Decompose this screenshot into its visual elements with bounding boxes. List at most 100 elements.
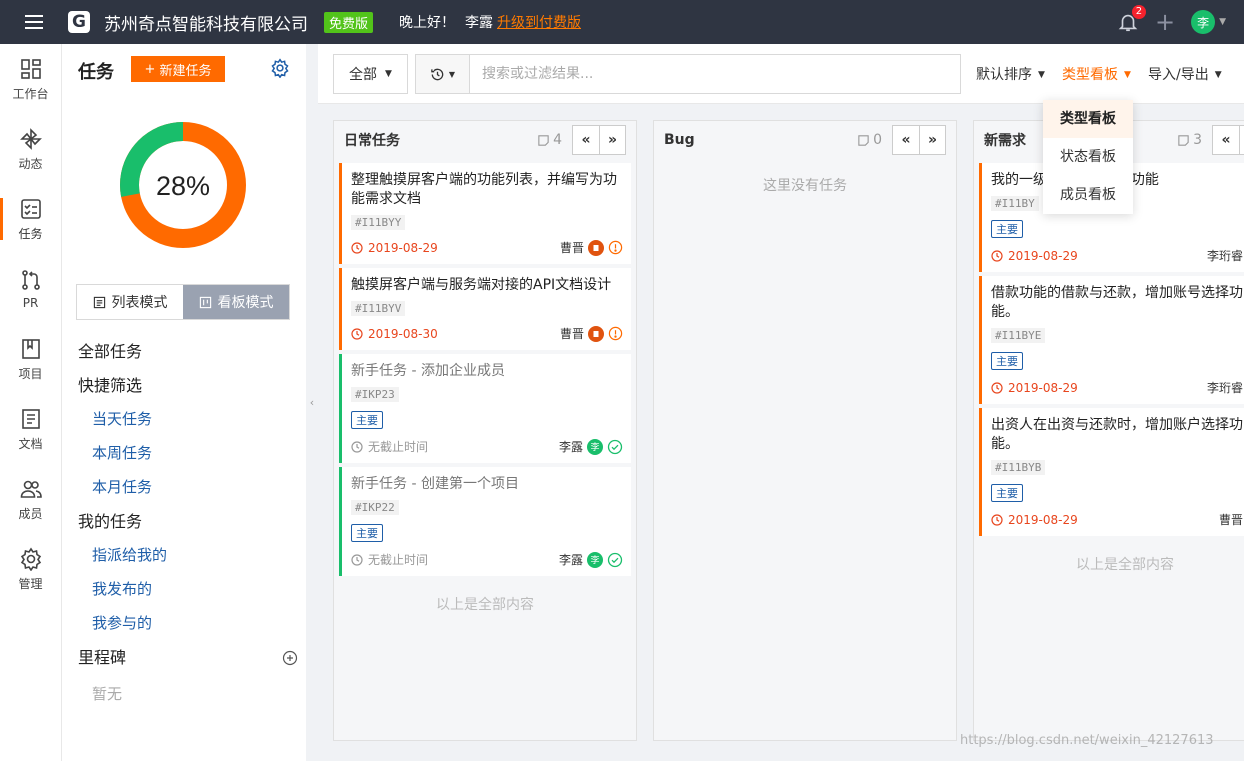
column-count-value: 4: [553, 132, 562, 148]
nav-item-admin[interactable]: 管理: [0, 534, 61, 604]
task-title: 借款功能的借款与还款，增加账号选择功能。: [991, 285, 1243, 320]
nav-label: 成员: [18, 506, 43, 521]
task-filter-menu: 全部任务 快捷筛选 当天任务 本周任务 本月任务 我的任务 指派给我的 我发布的…: [78, 334, 298, 714]
board-mode-button[interactable]: 看板模式: [183, 285, 289, 319]
panel-settings-gear-icon[interactable]: [270, 58, 290, 82]
sort-dropdown[interactable]: 默认排序 ▼: [976, 64, 1045, 84]
clock-icon: [351, 327, 363, 340]
menu-all-tasks[interactable]: 全部任务: [78, 334, 298, 368]
move-right-double-chevron-icon[interactable]: »: [1239, 126, 1244, 154]
task-card[interactable]: 新手任务 - 创建第一个项目 #IKP22 主要 无截止时间 李露 李: [339, 467, 631, 576]
menu-assigned-to-me[interactable]: 指派给我的: [78, 538, 298, 572]
completed-check-circle-icon[interactable]: [607, 552, 623, 568]
dropdown-item-type-board[interactable]: 类型看板: [1043, 100, 1133, 138]
assignee-avatar: 李: [587, 551, 603, 568]
notification-bell-icon[interactable]: 2: [1117, 5, 1146, 33]
dropdown-item-member-board[interactable]: 成员看板: [1043, 176, 1133, 214]
list-mode-button[interactable]: 列表模式: [77, 285, 183, 319]
move-left-double-chevron-icon[interactable]: «: [1213, 126, 1239, 154]
task-id: #I11BYV: [351, 301, 406, 316]
completed-check-circle-icon[interactable]: [607, 439, 623, 455]
clock-icon: [351, 440, 363, 453]
task-card[interactable]: 出资人在出资与还款时，增加账户选择功能。 #I11BYB 主要 2019-08-…: [979, 408, 1244, 536]
nav-item-pr[interactable]: PR: [0, 254, 61, 324]
members-icon: [20, 480, 42, 498]
due-date-value: 2019-08-30: [368, 326, 438, 341]
assignee: 曹晋: [560, 325, 623, 342]
nav-item-projects[interactable]: 项目: [0, 324, 61, 394]
new-task-button[interactable]: + 新建任务: [131, 56, 225, 82]
priority-tag: 主要: [991, 220, 1023, 238]
document-icon: [21, 408, 40, 429]
assignee: 李露 李: [559, 438, 623, 455]
caret-down-icon[interactable]: ▼: [1219, 17, 1226, 27]
assignee-avatar: [588, 239, 604, 256]
task-card[interactable]: 新手任务 - 添加企业成员 #IKP23 主要 无截止时间 李露 李: [339, 354, 631, 463]
user-avatar[interactable]: 李: [1191, 10, 1216, 34]
greeting-text: 晚上好！: [399, 15, 456, 31]
caret-down-icon: ▼: [1214, 70, 1222, 80]
board-icon: [199, 296, 211, 308]
sort-label: 默认排序: [976, 67, 1032, 83]
collapse-panel-chevron-left-icon[interactable]: ‹: [306, 44, 318, 761]
add-plus-icon[interactable]: +: [1155, 10, 1175, 34]
hamburger-menu-icon[interactable]: [0, 0, 68, 44]
gear-icon: [20, 547, 41, 571]
due-date: 2019-08-30: [351, 327, 560, 341]
nav-item-activity[interactable]: 动态: [0, 114, 61, 184]
history-dropdown[interactable]: ▼: [416, 55, 470, 93]
book-icon: [21, 338, 40, 359]
assignee: 李珩睿 李: [1207, 379, 1244, 396]
upgrade-link[interactable]: 升级到付费版: [497, 12, 581, 32]
nav-label: 工作台: [12, 86, 49, 101]
scope-select[interactable]: 全部 ▼: [333, 54, 408, 94]
menu-today-tasks[interactable]: 当天任务: [78, 402, 298, 436]
task-footer: 2019-08-29 曹晋: [351, 239, 623, 256]
column-title: Bug: [664, 132, 695, 148]
panel-title: 任务: [78, 62, 114, 83]
caret-down-icon: ▼: [1124, 70, 1131, 80]
move-left-double-chevron-icon[interactable]: «: [893, 126, 919, 154]
search-input[interactable]: [470, 56, 960, 92]
move-right-double-chevron-icon[interactable]: »: [919, 126, 945, 154]
board-type-dropdown[interactable]: 类型看板 ▼: [1062, 64, 1131, 84]
due-date-value: 2019-08-29: [1008, 512, 1078, 527]
menu-week-tasks[interactable]: 本周任务: [78, 436, 298, 470]
task-card[interactable]: 触摸屏客户端与服务端对接的API文档设计 #I11BYV 2019-08-30 …: [339, 268, 631, 350]
menu-quick-filter-heading: 快捷筛选: [78, 376, 143, 395]
move-right-double-chevron-icon[interactable]: »: [599, 126, 625, 154]
nav-item-docs[interactable]: 文档: [0, 394, 61, 464]
task-footer: 2019-08-29 曹晋: [991, 511, 1244, 528]
menu-month-tasks[interactable]: 本月任务: [78, 470, 298, 504]
nav-label: 文档: [18, 436, 43, 451]
move-left-double-chevron-icon[interactable]: «: [573, 126, 599, 154]
progress-percent-text: 28%: [156, 171, 210, 201]
menu-participated[interactable]: 我参与的: [78, 606, 298, 640]
nav-label: 管理: [18, 576, 43, 591]
nav-item-workbench[interactable]: 工作台: [0, 44, 61, 114]
assignee: 曹晋: [1219, 511, 1244, 528]
column-nav: « »: [892, 125, 946, 155]
priority-tag: 主要: [991, 352, 1023, 370]
nav-item-members[interactable]: 成员: [0, 464, 61, 534]
nav-item-tasks[interactable]: 任务: [0, 184, 61, 254]
gitee-logo-icon[interactable]: G: [68, 11, 90, 33]
clock-icon: [351, 553, 363, 566]
due-date-value: 2019-08-29: [1008, 248, 1078, 263]
priority-tag: 主要: [351, 524, 383, 542]
task-card[interactable]: 整理触摸屏客户端的功能列表，并编写为功能需求文档 #I11BYY 2019-08…: [339, 163, 631, 264]
import-export-dropdown[interactable]: 导入/导出 ▼: [1148, 64, 1222, 84]
task-card[interactable]: 借款功能的借款与还款，增加账号选择功能。 #I11BYE 主要 2019-08-…: [979, 276, 1244, 404]
task-id: #I11BY: [991, 196, 1039, 211]
search-box: ▼: [415, 54, 961, 94]
list-doc-icon: [93, 296, 105, 308]
menu-created-by-me[interactable]: 我发布的: [78, 572, 298, 606]
dropdown-item-status-board[interactable]: 状态看板: [1043, 138, 1133, 176]
add-milestone-plus-circle-icon[interactable]: [282, 650, 298, 666]
company-name[interactable]: 苏州奇点智能科技有限公司: [104, 10, 308, 35]
due-date: 2019-08-29: [991, 381, 1207, 395]
priority-tag: 主要: [991, 484, 1023, 502]
caret-down-icon: ▼: [448, 69, 456, 79]
column-count-value: 0: [873, 132, 882, 148]
task-footer: 2019-08-29 李珩睿 李: [991, 379, 1244, 396]
